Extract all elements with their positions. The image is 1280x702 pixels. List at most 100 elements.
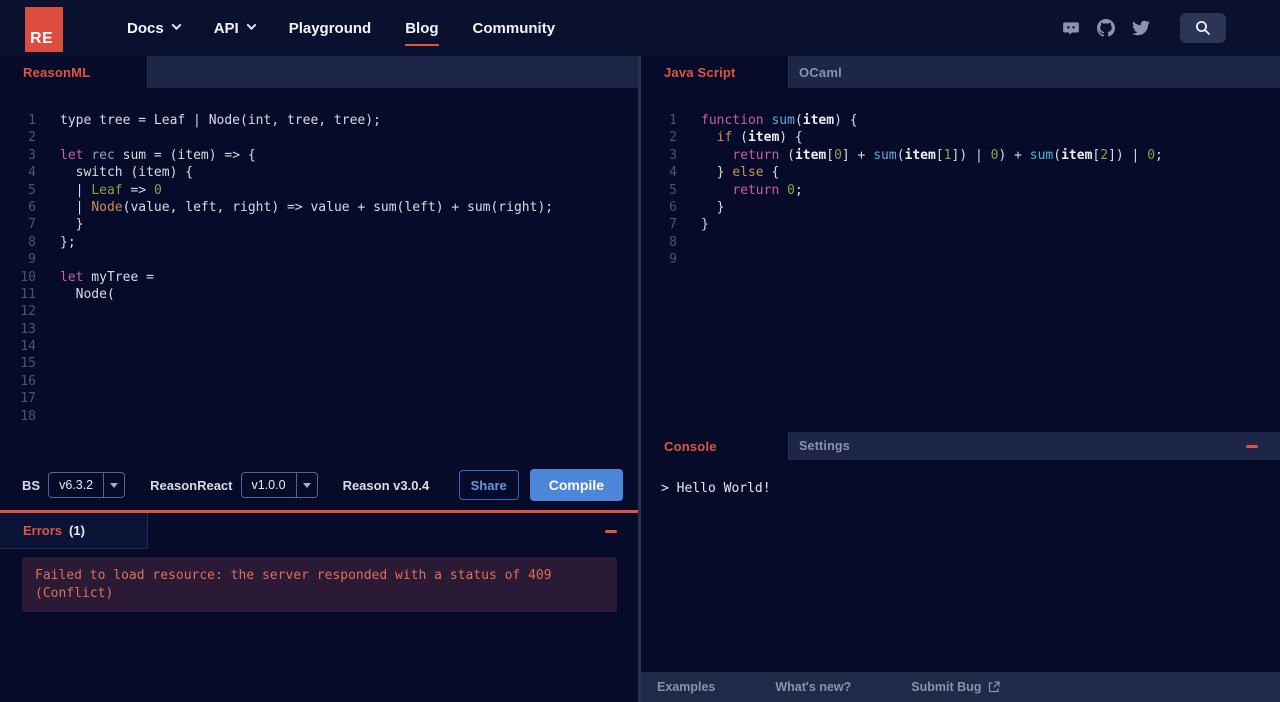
nav-item-playground[interactable]: Playground (289, 20, 372, 37)
code-text: if (item) { (716, 130, 803, 146)
navbar-right (1062, 13, 1280, 43)
line-number: 3 (669, 147, 677, 163)
line-number: 2 (669, 130, 677, 146)
code-text: return 0; (732, 182, 803, 198)
discord-icon[interactable] (1062, 19, 1080, 37)
footer-bar: Examples What's new? Submit Bug (641, 672, 1280, 702)
output-pane: Java Script OCaml 1 function sum(item) {2… (641, 56, 1280, 702)
footer-link-label: Submit Bug (911, 680, 982, 694)
main-split: ReasonML 1 type tree = Leaf | Node(int, t… (0, 56, 1280, 702)
errors-count-badge: (1) (69, 523, 85, 538)
line-number: 1 (28, 113, 36, 128)
chevron-down-icon (171, 20, 182, 31)
caret-down-icon (295, 473, 317, 497)
output-tabstrip: Java Script OCaml (641, 56, 1280, 88)
code-line: 2 if (item) { (641, 129, 1280, 146)
errors-panel-body (0, 612, 638, 702)
bs-version-select[interactable]: v6.3.2 (48, 472, 126, 498)
tab-reasonml[interactable]: ReasonML (0, 56, 148, 88)
code-line: 3 return (item[0] + sum(item[1]) | 0) + … (641, 147, 1280, 164)
nav-item-label: Docs (127, 19, 164, 37)
line-number: 6 (669, 199, 677, 215)
code-text: | Node(value, left, right) => value + su… (60, 199, 554, 215)
code-line: 1 type tree = Leaf | Node(int, tree, tree… (0, 112, 638, 129)
tab-console[interactable]: Console (641, 432, 789, 460)
javascript-output-editor[interactable]: 1 function sum(item) {2 if (item) {3 retu… (641, 88, 1280, 432)
code-line: 6 } (641, 199, 1280, 216)
code-text: } else { (701, 165, 780, 181)
compile-toolbar: BS v6.3.2 ReasonReact v1.0.0 Reason v3.0… (0, 460, 638, 510)
error-message: Failed to load resource: the server resp… (22, 557, 617, 612)
code-line: 18 (0, 408, 638, 425)
tab-ocaml[interactable]: OCaml (789, 56, 842, 88)
line-number: 14 (20, 339, 36, 355)
nav-item-blog[interactable]: Blog (405, 19, 439, 46)
console-log-line: > Hello World! (661, 481, 771, 496)
code-line: 9 (0, 251, 638, 268)
compile-button[interactable]: Compile (529, 469, 623, 501)
code-text: let rec sum = (item) => { (60, 147, 256, 163)
line-number: 7 (669, 217, 677, 233)
search-button[interactable] (1180, 13, 1226, 43)
nav-item-label: API (213, 19, 239, 37)
twitter-icon[interactable] (1132, 19, 1150, 37)
reasonreact-version-value: v1.0.0 (251, 478, 286, 492)
chevron-down-icon (246, 20, 257, 31)
reason-logo[interactable]: RE (25, 7, 63, 52)
nav-item-label: Community (472, 19, 556, 37)
nav-item-api[interactable]: API (213, 19, 257, 37)
reason-version-text: Reason v3.0.4 (342, 477, 430, 493)
line-number: 2 (28, 130, 36, 146)
line-number: 5 (669, 182, 677, 198)
line-number: 5 (28, 182, 36, 198)
tab-settings[interactable]: Settings (789, 432, 850, 460)
line-number: 4 (28, 165, 36, 181)
nav-item-label: Blog (405, 19, 439, 37)
line-number: 8 (28, 234, 36, 250)
tab-javascript[interactable]: Java Script (641, 56, 789, 88)
code-line: 3 let rec sum = (item) => { (0, 147, 638, 164)
code-text: } (701, 199, 725, 215)
line-number: 10 (20, 269, 36, 285)
github-icon[interactable] (1097, 19, 1115, 37)
line-number: 3 (28, 147, 36, 163)
code-text: Node( (60, 286, 115, 302)
code-text: type tree = Leaf | Node(int, tree, tree)… (60, 113, 381, 128)
nav-item-label: Playground (288, 19, 372, 37)
search-icon (1196, 21, 1210, 35)
reason-editor[interactable]: 1 type tree = Leaf | Node(int, tree, tree… (0, 88, 638, 460)
line-number: 1 (669, 113, 677, 128)
nav-item-community[interactable]: Community (473, 20, 556, 37)
line-number: 8 (669, 234, 677, 250)
code-line: 5 return 0; (641, 182, 1280, 199)
line-number: 18 (20, 408, 36, 424)
share-button[interactable]: Share (458, 470, 519, 500)
external-link-icon (988, 681, 1001, 693)
collapse-console-icon[interactable] (1246, 444, 1258, 448)
reasonreact-version-select[interactable]: v1.0.0 (240, 472, 318, 498)
tab-errors[interactable]: Errors (1) (0, 513, 148, 549)
code-line: 9 (641, 251, 1280, 268)
code-line: 7 } (0, 216, 638, 233)
nav-item-docs[interactable]: Docs (127, 19, 182, 37)
footer-link-examples[interactable]: Examples (657, 680, 715, 694)
code-line: 17 (0, 390, 638, 407)
error-message-line: Failed to load resource: the server resp… (35, 568, 552, 583)
collapse-errors-icon[interactable] (605, 529, 617, 533)
footer-link-whats-new[interactable]: What's new? (775, 680, 851, 694)
line-number: 15 (20, 356, 36, 372)
bs-label: BS (22, 477, 41, 493)
code-line: 4 } else { (641, 164, 1280, 181)
caret-down-icon (103, 473, 124, 497)
code-line: 4 switch (item) { (0, 164, 638, 181)
line-number: 12 (20, 304, 36, 320)
code-text: switch (item) { (60, 165, 194, 181)
line-number: 9 (669, 252, 677, 268)
reason-tabstrip: ReasonML (0, 56, 638, 88)
code-line: 14 (0, 338, 638, 355)
line-number: 13 (20, 321, 36, 337)
footer-link-submit-bug[interactable]: Submit Bug (911, 680, 1001, 694)
code-line: 5 | Leaf => 0 (0, 182, 638, 199)
code-text: let myTree = (60, 269, 154, 285)
code-text: function sum(item) { (701, 113, 858, 128)
